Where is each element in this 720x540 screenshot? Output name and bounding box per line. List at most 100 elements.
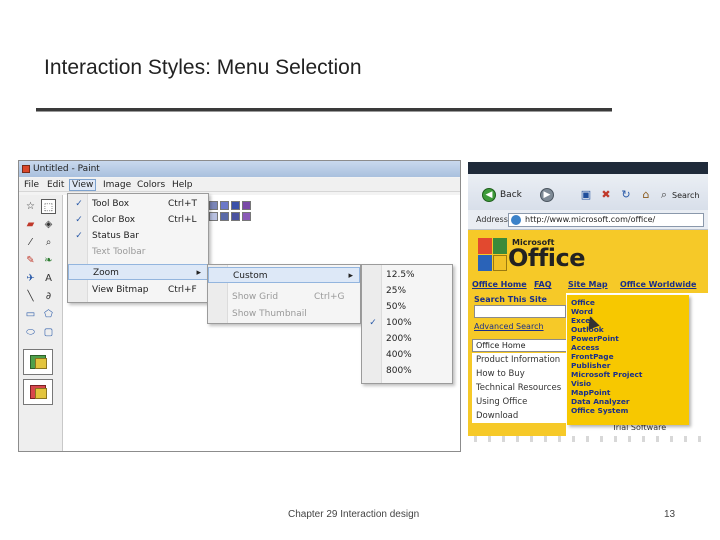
address-input[interactable]: http://www.microsoft.com/office/: [508, 213, 704, 227]
check-icon: ✓: [369, 318, 377, 328]
nav-office-worldwide[interactable]: Office Worldwide: [620, 280, 696, 289]
dropdown-item[interactable]: Data Analyzer: [571, 397, 630, 406]
line-icon[interactable]: ╲: [23, 289, 38, 304]
link-technical-resources[interactable]: Technical Resources: [476, 383, 561, 393]
menu-item-text-toolbar[interactable]: Text Toolbar: [68, 244, 208, 260]
menu-item-label: 100%: [386, 318, 412, 328]
back-button-label[interactable]: Back: [500, 190, 522, 200]
menu-item-label: Show Grid: [232, 292, 279, 302]
dropdown-item[interactable]: Office System: [571, 406, 628, 415]
back-arrow-icon[interactable]: ◀: [482, 188, 496, 202]
fill-icon[interactable]: ◈: [41, 217, 56, 232]
eraser-icon[interactable]: ▰: [23, 217, 38, 232]
color-swatch[interactable]: [220, 201, 229, 210]
link-how-to-buy[interactable]: How to Buy: [476, 369, 525, 379]
footer-chapter: Chapter 29 Interaction design: [288, 509, 420, 520]
menu-item-show-thumbnail[interactable]: Show Thumbnail: [208, 306, 360, 322]
menu-item-custom[interactable]: Custom ▸: [208, 267, 360, 283]
paint-app-icon: [22, 165, 30, 173]
menu-item-zoom[interactable]: Zoom ▸: [68, 264, 208, 280]
color-swatch[interactable]: [231, 212, 240, 221]
rounded-rect-icon[interactable]: ▢: [41, 325, 56, 340]
torn-edge: [468, 436, 708, 442]
dropdown-item[interactable]: PowerPoint: [571, 334, 619, 343]
menu-item-zoom-50[interactable]: 50%: [362, 299, 452, 315]
color-swatch[interactable]: [209, 212, 218, 221]
link-using-office[interactable]: Using Office: [476, 397, 527, 407]
advanced-search-link[interactable]: Advanced Search: [474, 322, 544, 331]
menu-item-zoom-800[interactable]: 800%: [362, 363, 452, 379]
color-swatch[interactable]: [220, 212, 229, 221]
menu-edit[interactable]: Edit: [45, 179, 66, 191]
menu-colors[interactable]: Colors: [135, 179, 167, 191]
menu-image[interactable]: Image: [101, 179, 133, 191]
color-swatch[interactable]: [231, 201, 240, 210]
ellipse-icon[interactable]: ⬭: [23, 325, 38, 340]
menu-item-label: Show Thumbnail: [232, 309, 307, 319]
paint-titlebar[interactable]: Untitled - Paint: [19, 161, 460, 177]
menu-item-tool-box[interactable]: ✓ Tool Box Ctrl+T: [68, 196, 208, 212]
view-menu: ✓ Tool Box Ctrl+T ✓ Color Box Ctrl+L ✓ S…: [67, 193, 209, 303]
dropdown-item[interactable]: Visio: [571, 379, 591, 388]
home-icon[interactable]: ⌂: [638, 186, 654, 203]
rectangle-icon[interactable]: ▭: [23, 307, 38, 322]
paint-window: Untitled - Paint File Edit View Image Co…: [18, 160, 461, 452]
title-rule: [36, 108, 612, 112]
section-select[interactable]: Office Home: [472, 339, 568, 352]
color-swatch[interactable]: [242, 212, 251, 221]
check-icon: ✓: [75, 231, 83, 241]
stop-icon[interactable]: ✖: [598, 186, 614, 203]
dropdown-item[interactable]: Publisher: [571, 361, 610, 370]
dropdown-item[interactable]: Microsoft Project: [571, 370, 642, 379]
pencil-icon[interactable]: ✎: [23, 253, 38, 268]
brush-icon[interactable]: ❧: [41, 253, 56, 268]
color-swatch[interactable]: [242, 201, 251, 210]
menu-item-label: Zoom: [93, 268, 119, 278]
text-icon[interactable]: A: [41, 271, 56, 286]
zoom-submenu: Custom ▸ Show Grid Ctrl+G Show Thumbnail: [207, 264, 361, 324]
refresh-page-icon[interactable]: ↻: [618, 186, 634, 203]
search-button-label[interactable]: Search: [672, 191, 699, 200]
menu-file[interactable]: File: [22, 179, 41, 191]
dropdown-item[interactable]: MapPoint: [571, 388, 610, 397]
curve-icon[interactable]: ∂: [41, 289, 56, 304]
link-product-information[interactable]: Product Information: [476, 355, 560, 365]
transparent-mode-icon[interactable]: [23, 379, 53, 405]
site-nav: Office Home FAQ Site Map Office Worldwid…: [468, 278, 708, 292]
site-search-input[interactable]: [474, 305, 566, 318]
menu-item-label: 200%: [386, 334, 412, 344]
color-swatch[interactable]: [209, 201, 218, 210]
menu-item-zoom-400[interactable]: 400%: [362, 347, 452, 363]
dropdown-item[interactable]: FrontPage: [571, 352, 614, 361]
link-download[interactable]: Download: [476, 411, 518, 421]
free-select-icon[interactable]: ☆: [23, 199, 38, 214]
menu-item-color-box[interactable]: ✓ Color Box Ctrl+L: [68, 212, 208, 228]
nav-faq[interactable]: FAQ: [534, 280, 552, 289]
forward-arrow-icon[interactable]: ▶: [540, 188, 554, 202]
menu-item-view-bitmap[interactable]: View Bitmap Ctrl+F: [68, 282, 208, 298]
menu-item-show-grid[interactable]: Show Grid Ctrl+G: [208, 289, 360, 305]
page-number: 13: [664, 509, 676, 520]
menu-view[interactable]: View: [69, 179, 97, 191]
opaque-mode-icon[interactable]: [23, 349, 53, 375]
polygon-icon[interactable]: ⬠: [41, 307, 56, 322]
airbrush-icon[interactable]: ✈: [23, 271, 38, 286]
menu-item-zoom-25[interactable]: 25%: [362, 283, 452, 299]
menu-item-zoom-12[interactable]: 12.5%: [362, 267, 452, 283]
nav-site-map[interactable]: Site Map: [568, 280, 608, 289]
menu-help[interactable]: Help: [170, 179, 195, 191]
search-icon[interactable]: ⌕: [656, 186, 672, 203]
browser-window: ◀ Back ▶ ▣ ✖ ↻ ⌂ ⌕ Search Address http:/…: [468, 162, 708, 442]
menu-item-zoom-200[interactable]: 200%: [362, 331, 452, 347]
nav-office-home[interactable]: Office Home: [472, 280, 527, 289]
rect-select-icon[interactable]: ⬚: [41, 199, 56, 214]
menu-item-status-bar[interactable]: ✓ Status Bar: [68, 228, 208, 244]
section-select-value: Office Home: [476, 341, 526, 350]
dropdown-item[interactable]: Access: [571, 343, 599, 352]
refresh-icon[interactable]: ▣: [578, 186, 594, 203]
color-picker-icon[interactable]: ⁄: [23, 235, 38, 250]
magnifier-icon[interactable]: ⌕: [41, 235, 56, 250]
dropdown-item[interactable]: Word: [571, 307, 593, 316]
dropdown-item[interactable]: Office: [571, 298, 595, 307]
menu-item-zoom-100[interactable]: ✓ 100%: [362, 315, 452, 331]
